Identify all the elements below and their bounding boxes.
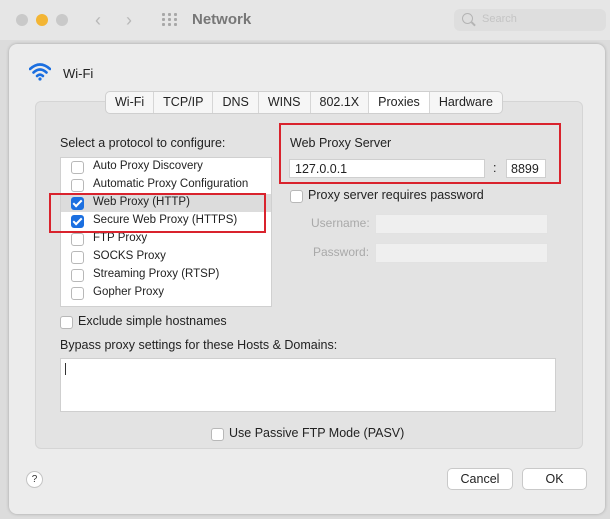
exclude-simple-hostnames-label: Exclude simple hostnames <box>78 314 227 328</box>
help-button[interactable]: ? <box>26 471 43 488</box>
bypass-label: Bypass proxy settings for these Hosts & … <box>60 338 338 352</box>
search-placeholder: Search <box>482 13 517 25</box>
protocol-item-streaming-proxy-rtsp[interactable]: Streaming Proxy (RTSP) <box>61 266 271 284</box>
protocol-item-gopher-proxy[interactable]: Gopher Proxy <box>61 284 271 302</box>
tab-wins[interactable]: WINS <box>259 92 311 113</box>
bypass-hosts-textarea[interactable] <box>60 358 556 412</box>
search-icon <box>462 13 473 24</box>
wifi-icon <box>29 63 51 81</box>
proxies-sheet: Wi-Fi Select a protocol to configure: Au… <box>9 44 605 514</box>
protocol-item-automatic-proxy-configuration[interactable]: Automatic Proxy Configuration <box>61 176 271 194</box>
tab-hardware[interactable]: Hardware <box>430 92 502 113</box>
tab-tcpip[interactable]: TCP/IP <box>154 92 214 113</box>
annotation-highlight-protocols <box>49 193 266 233</box>
requires-password-checkbox[interactable] <box>290 190 303 203</box>
protocol-list-title: Select a protocol to configure: <box>60 136 226 150</box>
forward-chevron-icon[interactable]: › <box>126 10 132 31</box>
window-title: Network <box>192 11 252 28</box>
protocol-item-socks-proxy[interactable]: SOCKS Proxy <box>61 248 271 266</box>
protocol-checkbox[interactable] <box>71 287 84 300</box>
close-window-button[interactable] <box>16 14 28 26</box>
tab-dns[interactable]: DNS <box>213 92 259 113</box>
username-label: Username: <box>311 216 370 230</box>
minimize-window-button[interactable] <box>36 14 48 26</box>
ok-button[interactable]: OK <box>522 468 587 490</box>
protocol-label: Gopher Proxy <box>93 286 164 298</box>
show-all-grid-icon[interactable] <box>162 13 178 27</box>
annotation-highlight-server <box>279 123 561 184</box>
cancel-button[interactable]: Cancel <box>447 468 513 490</box>
exclude-simple-hostnames-checkbox[interactable] <box>60 316 73 329</box>
tab-wifi[interactable]: Wi-Fi <box>106 92 155 113</box>
password-input[interactable] <box>375 243 548 263</box>
protocol-label: Auto Proxy Discovery <box>93 160 203 172</box>
protocol-checkbox[interactable] <box>71 179 84 192</box>
requires-password-label: Proxy server requires password <box>308 188 484 202</box>
protocol-checkbox[interactable] <box>71 269 84 282</box>
protocol-label: Automatic Proxy Configuration <box>93 178 249 190</box>
passive-ftp-checkbox[interactable] <box>211 428 224 441</box>
zoom-window-button[interactable] <box>56 14 68 26</box>
passive-ftp-label: Use Passive FTP Mode (PASV) <box>229 426 405 440</box>
protocol-checkbox[interactable] <box>71 161 84 174</box>
tab-bar: Wi-Fi TCP/IP DNS WINS 802.1X Proxies Har… <box>105 91 503 114</box>
protocol-label: SOCKS Proxy <box>93 250 166 262</box>
title-bar: ‹ › Network Search <box>0 0 610 40</box>
protocol-item-auto-proxy-discovery[interactable]: Auto Proxy Discovery <box>61 158 271 176</box>
password-label: Password: <box>313 245 370 259</box>
tab-8021x[interactable]: 802.1X <box>311 92 370 113</box>
username-input[interactable] <box>375 214 548 234</box>
search-field[interactable]: Search <box>454 9 606 31</box>
protocol-checkbox[interactable] <box>71 233 84 246</box>
protocol-label: FTP Proxy <box>93 232 148 244</box>
tab-proxies[interactable]: Proxies <box>369 92 430 113</box>
protocol-label: Streaming Proxy (RTSP) <box>93 268 220 280</box>
interface-name: Wi-Fi <box>63 66 94 81</box>
back-chevron-icon[interactable]: ‹ <box>95 10 101 31</box>
protocol-checkbox[interactable] <box>71 251 84 264</box>
text-caret <box>65 363 66 375</box>
